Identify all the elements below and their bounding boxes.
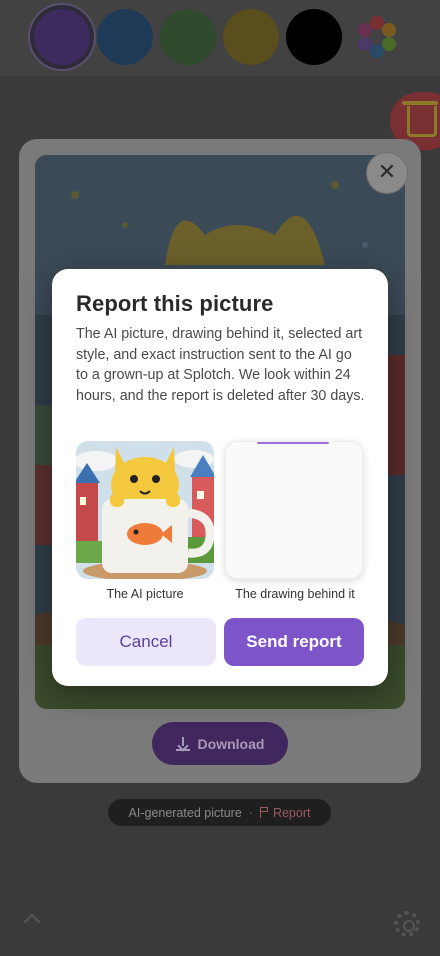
- swatch-yellow[interactable]: [223, 9, 279, 65]
- download-button[interactable]: Download: [152, 722, 288, 765]
- send-report-button[interactable]: Send report: [224, 618, 364, 666]
- download-icon: [175, 736, 190, 752]
- ai-picture-thumbnail: [76, 441, 214, 579]
- close-button[interactable]: ✕: [366, 152, 408, 194]
- swatch-green[interactable]: [160, 9, 216, 65]
- ai-generated-label: AI-generated picture: [128, 805, 242, 820]
- drawing-thumbnail: [225, 441, 363, 579]
- swatch-blue[interactable]: [97, 9, 153, 65]
- report-link[interactable]: Report: [259, 805, 311, 820]
- color-palette: [0, 0, 440, 76]
- download-label: Download: [197, 735, 265, 752]
- dialog-description: The AI picture, drawing behind it, selec…: [76, 326, 365, 404]
- trash-icon: [402, 101, 438, 105]
- close-icon: ✕: [377, 160, 397, 185]
- ai-picture-caption: The AI picture: [106, 587, 184, 601]
- dialog-title: Report this picture: [76, 291, 274, 316]
- swatch-black[interactable]: [286, 9, 342, 65]
- cancel-button[interactable]: Cancel: [76, 618, 216, 666]
- drawing-caption: The drawing behind it: [235, 587, 355, 601]
- gear-icon[interactable]: [394, 911, 420, 937]
- separator-dot: ·: [248, 805, 253, 820]
- report-dialog: Report this picture The AI picture, draw…: [52, 269, 388, 686]
- flag-icon: [259, 807, 269, 818]
- chevron-up-icon[interactable]: [23, 913, 41, 931]
- color-picker-icon[interactable]: [355, 16, 399, 60]
- ai-generated-badge: AI-generated picture · Report: [108, 799, 331, 826]
- swatch-purple[interactable]: [34, 9, 90, 65]
- report-link-label: Report: [272, 805, 311, 820]
